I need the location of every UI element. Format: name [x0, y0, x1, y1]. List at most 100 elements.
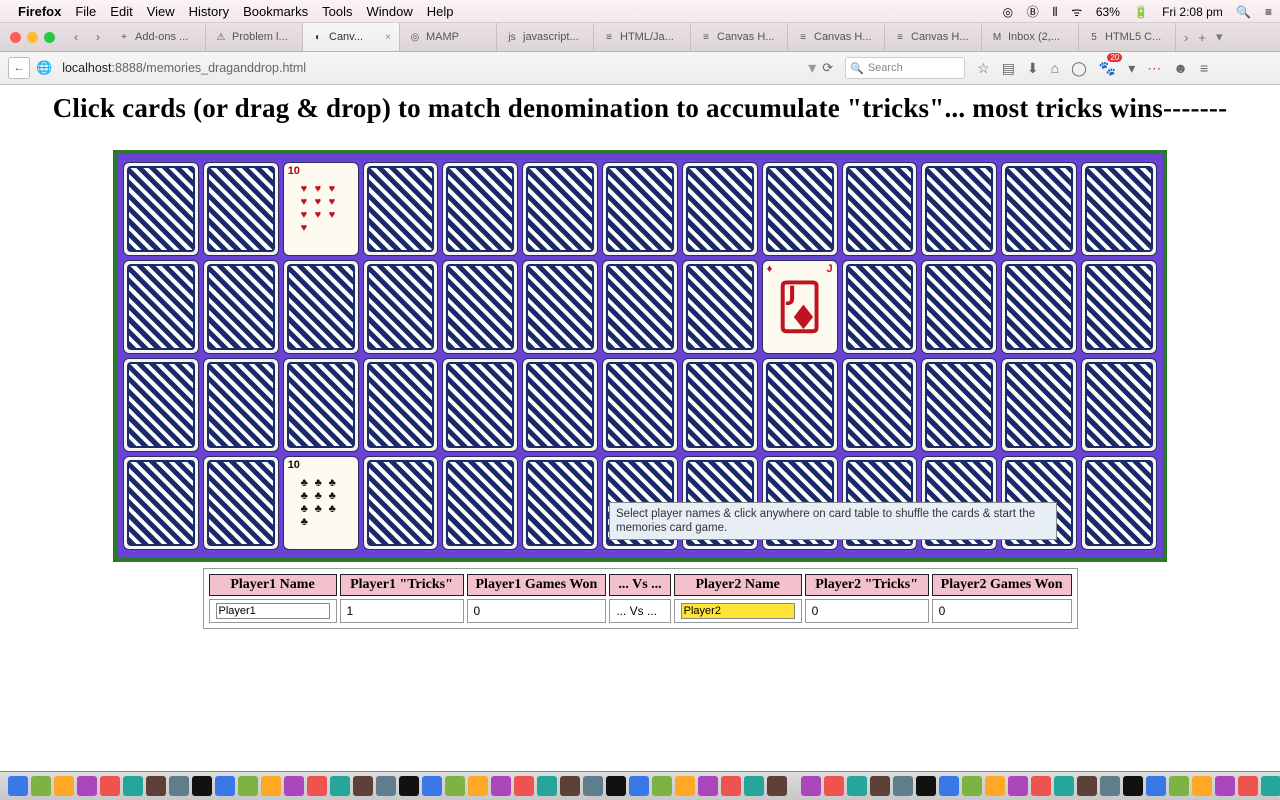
card-back[interactable] — [123, 260, 199, 354]
card-back[interactable] — [602, 358, 678, 452]
card-face-jack-diamonds[interactable]: ♦J🃋 — [762, 260, 838, 354]
card-back[interactable] — [762, 162, 838, 256]
card-back[interactable] — [842, 162, 918, 256]
card-back[interactable] — [921, 358, 997, 452]
card-back[interactable] — [283, 358, 359, 452]
menu-bookmarks[interactable]: Bookmarks — [243, 4, 308, 19]
card-back[interactable] — [921, 162, 997, 256]
browser-tab[interactable]: jsjavascript... — [497, 23, 594, 51]
dock-app-icon[interactable] — [1146, 776, 1166, 796]
dock-app-icon[interactable] — [261, 776, 281, 796]
card-back[interactable] — [602, 260, 678, 354]
menu-history[interactable]: History — [189, 4, 229, 19]
card-back[interactable] — [522, 260, 598, 354]
card-back[interactable] — [1001, 358, 1077, 452]
dock-app-icon[interactable] — [824, 776, 844, 796]
card-back[interactable] — [842, 358, 918, 452]
card-back[interactable] — [442, 456, 518, 550]
card-back[interactable] — [762, 358, 838, 452]
dock-app-icon[interactable] — [606, 776, 626, 796]
dock-app-icon[interactable] — [422, 776, 442, 796]
search-box[interactable]: 🔍 Search — [845, 57, 965, 79]
zoom-window-icon[interactable] — [44, 32, 55, 43]
browser-tab[interactable]: ≡Canvas H... — [691, 23, 788, 51]
card-back[interactable] — [842, 260, 918, 354]
extension-dropdown-icon[interactable]: ▾ — [1128, 60, 1135, 77]
player1-name-field[interactable] — [216, 603, 330, 619]
menubar-app[interactable]: Firefox — [18, 4, 61, 19]
dock-app-icon[interactable] — [1192, 776, 1212, 796]
dock-app-icon[interactable] — [537, 776, 557, 796]
dock-app-icon[interactable] — [744, 776, 764, 796]
extension-icon[interactable]: ◯ — [1071, 60, 1087, 77]
back-button[interactable]: ← — [8, 57, 30, 79]
downloads-icon[interactable]: ⬇ — [1027, 60, 1039, 77]
dock-app-icon[interactable] — [54, 776, 74, 796]
dock-app-icon[interactable] — [468, 776, 488, 796]
card-back[interactable] — [283, 260, 359, 354]
dock-app-icon[interactable] — [962, 776, 982, 796]
dock-app-icon[interactable] — [353, 776, 373, 796]
dock-app-icon[interactable] — [767, 776, 787, 796]
card-back[interactable] — [1081, 162, 1157, 256]
close-window-icon[interactable] — [10, 32, 21, 43]
spotlight-icon[interactable]: 🔍 — [1236, 5, 1251, 19]
dock-app-icon[interactable] — [629, 776, 649, 796]
dock-app-icon[interactable] — [1008, 776, 1028, 796]
dock-app-icon[interactable] — [985, 776, 1005, 796]
dock-app-icon[interactable] — [847, 776, 867, 796]
card-back[interactable] — [682, 260, 758, 354]
dock-app-icon[interactable] — [238, 776, 258, 796]
home-icon[interactable]: ⌂ — [1051, 60, 1059, 76]
card-back[interactable] — [203, 358, 279, 452]
dock-app-icon[interactable] — [31, 776, 51, 796]
tab-scroll-icon[interactable]: › — [87, 23, 109, 51]
card-back[interactable] — [123, 358, 199, 452]
card-back[interactable] — [1001, 260, 1077, 354]
menu-file[interactable]: File — [75, 4, 96, 19]
card-back[interactable] — [363, 260, 439, 354]
status-icon[interactable]: ◎ — [1003, 5, 1013, 19]
dock-app-icon[interactable] — [284, 776, 304, 796]
dock-app-icon[interactable] — [1123, 776, 1143, 796]
menu-tools[interactable]: Tools — [322, 4, 352, 19]
browser-tab[interactable]: +Add-ons ... — [109, 23, 206, 51]
dock-app-icon[interactable] — [1261, 776, 1280, 796]
card-back[interactable] — [363, 162, 439, 256]
tab-menu-icon[interactable]: ▾ — [1216, 29, 1223, 45]
browser-tab[interactable]: MInbox (2,... — [982, 23, 1079, 51]
card-back[interactable] — [522, 162, 598, 256]
browser-tab[interactable]: 5HTML5 C... — [1079, 23, 1176, 51]
dock-app-icon[interactable] — [399, 776, 419, 796]
card-back[interactable] — [442, 162, 518, 256]
card-back[interactable] — [602, 162, 678, 256]
status-icon[interactable]: Ⓑ — [1027, 5, 1039, 19]
dock-app-icon[interactable] — [916, 776, 936, 796]
card-back[interactable] — [442, 260, 518, 354]
sidebar-toggle-icon[interactable]: ‹ — [65, 23, 87, 51]
dock-app-icon[interactable] — [1215, 776, 1235, 796]
dock-app-icon[interactable] — [1031, 776, 1051, 796]
minimize-window-icon[interactable] — [27, 32, 38, 43]
hamburger-menu-icon[interactable]: ≡ — [1200, 60, 1208, 76]
reload-icon[interactable]: ⟳ — [822, 60, 833, 76]
dock-app-icon[interactable] — [1169, 776, 1189, 796]
card-back[interactable] — [522, 358, 598, 452]
bookmark-star-icon[interactable]: ☆ — [977, 60, 990, 77]
dock-app-icon[interactable] — [169, 776, 189, 796]
browser-tab[interactable]: ≡Canvas H... — [885, 23, 982, 51]
dock-app-icon[interactable] — [307, 776, 327, 796]
card-back[interactable] — [203, 260, 279, 354]
new-tab-icon[interactable]: + — [1198, 30, 1206, 45]
card-back[interactable] — [123, 162, 199, 256]
extension-icon[interactable]: ⋯ — [1147, 60, 1161, 77]
dock-app-icon[interactable] — [560, 776, 580, 796]
reader-icon[interactable]: ▾ — [808, 58, 816, 78]
dock-app-icon[interactable] — [1238, 776, 1258, 796]
dock-app-icon[interactable] — [801, 776, 821, 796]
dock-app-icon[interactable] — [146, 776, 166, 796]
library-icon[interactable]: ▤ — [1002, 60, 1015, 77]
card-back[interactable] — [682, 162, 758, 256]
card-back[interactable] — [363, 456, 439, 550]
dock-app-icon[interactable] — [491, 776, 511, 796]
